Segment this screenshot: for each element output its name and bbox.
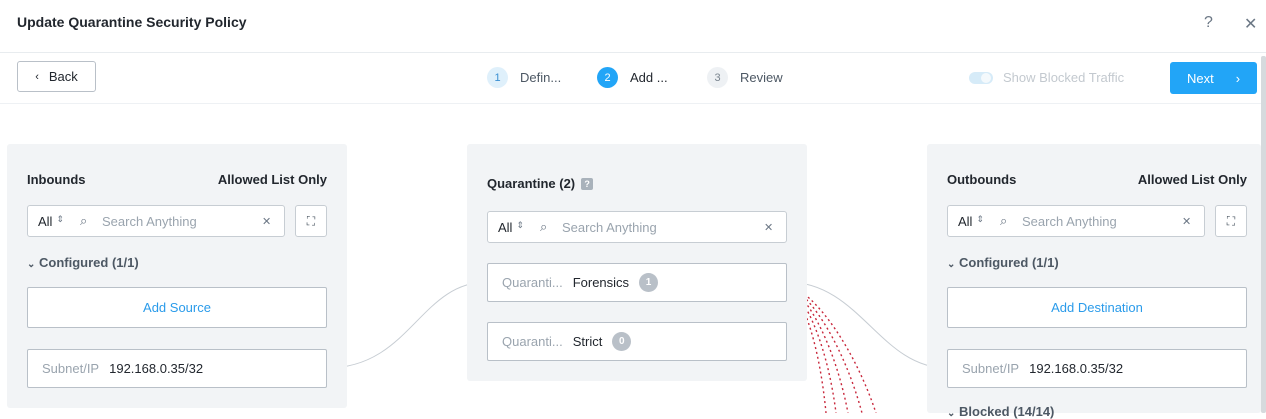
outbounds-search[interactable]: All ⇕ ⌕ Search Anything ✕ xyxy=(947,205,1205,237)
entry-key: Subnet/IP xyxy=(962,361,1020,376)
scrollbar[interactable] xyxy=(1261,56,1266,413)
quarantine-title: Quarantine (2)? xyxy=(487,176,594,191)
inbounds-panel: Inbounds Allowed List Only All ⇕ ⌕ Search… xyxy=(7,144,347,408)
expand-icon: ⛶ xyxy=(306,213,316,228)
chevron-down-icon: ⌄ xyxy=(947,408,956,419)
expand-button[interactable]: ⛶ xyxy=(1215,205,1247,237)
clear-icon[interactable]: ✕ xyxy=(1182,215,1204,228)
outbounds-panel: Outbounds Allowed List Only All ⇕ ⌕ Searc… xyxy=(927,144,1261,419)
add-source-button[interactable]: Add Source xyxy=(27,287,327,328)
search-icon: ⌕ xyxy=(80,213,88,228)
inbounds-title: Inbounds xyxy=(27,172,86,187)
quarantine-title-text: Quarantine (2) xyxy=(487,176,576,191)
expand-button[interactable]: ⛶ xyxy=(295,205,327,237)
quarantine-search[interactable]: All ⇕ ⌕ Search Anything ✕ xyxy=(487,211,787,243)
search-input[interactable]: Search Anything xyxy=(1022,214,1182,229)
outbounds-title: Outbounds xyxy=(947,172,1017,187)
entry-value: 192.168.0.35/32 xyxy=(1029,361,1124,376)
inbounds-search[interactable]: All ⇕ ⌕ Search Anything ✕ xyxy=(27,205,285,237)
entry-value: Forensics xyxy=(572,275,630,290)
outbound-entry[interactable]: Subnet/IP 192.168.0.35/32 xyxy=(947,349,1247,388)
filter-select[interactable]: All ⇕ xyxy=(488,220,540,235)
info-icon[interactable]: ? xyxy=(581,178,594,190)
chevron-down-icon: ⌄ xyxy=(947,259,956,270)
count-badge: 0 xyxy=(612,332,632,351)
clear-icon[interactable]: ✕ xyxy=(764,221,786,234)
search-icon: ⌕ xyxy=(1000,213,1008,228)
configured-label: Configured (1/1) xyxy=(39,255,139,270)
quarantine-panel: Quarantine (2)? All ⇕ ⌕ Search Anything ✕… xyxy=(467,144,807,381)
configured-label: Configured (1/1) xyxy=(959,255,1059,270)
quarantine-item-strict[interactable]: Quaranti... Strict 0 xyxy=(487,322,787,361)
configured-section[interactable]: ⌄ Configured (1/1) xyxy=(947,255,1059,270)
search-input[interactable]: Search Anything xyxy=(102,214,262,229)
filter-select[interactable]: All ⇕ xyxy=(28,214,80,229)
blocked-label: Blocked (14/14) xyxy=(959,404,1055,419)
entry-key: Subnet/IP xyxy=(42,361,100,376)
entry-value: 192.168.0.35/32 xyxy=(109,361,204,376)
count-badge: 1 xyxy=(639,273,659,292)
outbound-connection xyxy=(786,281,948,369)
search-input[interactable]: Search Anything xyxy=(562,220,764,235)
entry-key: Quaranti... xyxy=(502,275,563,290)
configured-section[interactable]: ⌄ Configured (1/1) xyxy=(27,255,139,270)
inbound-entry[interactable]: Subnet/IP 192.168.0.35/32 xyxy=(27,349,327,388)
outbounds-mode[interactable]: Allowed List Only xyxy=(1138,172,1247,187)
add-destination-button[interactable]: Add Destination xyxy=(947,287,1247,328)
inbounds-mode[interactable]: Allowed List Only xyxy=(218,172,327,187)
inbound-connection xyxy=(326,281,488,369)
entry-value: Strict xyxy=(572,334,603,349)
search-icon: ⌕ xyxy=(540,219,548,234)
blocked-section[interactable]: ⌄ Blocked (14/14) xyxy=(947,404,1054,419)
quarantine-item-forensics[interactable]: Quaranti... Forensics 1 xyxy=(487,263,787,302)
filter-select[interactable]: All ⇕ xyxy=(948,214,1000,229)
entry-key: Quaranti... xyxy=(502,334,563,349)
chevron-down-icon: ⌄ xyxy=(27,259,36,270)
clear-icon[interactable]: ✕ xyxy=(262,215,284,228)
expand-icon: ⛶ xyxy=(1226,213,1236,228)
